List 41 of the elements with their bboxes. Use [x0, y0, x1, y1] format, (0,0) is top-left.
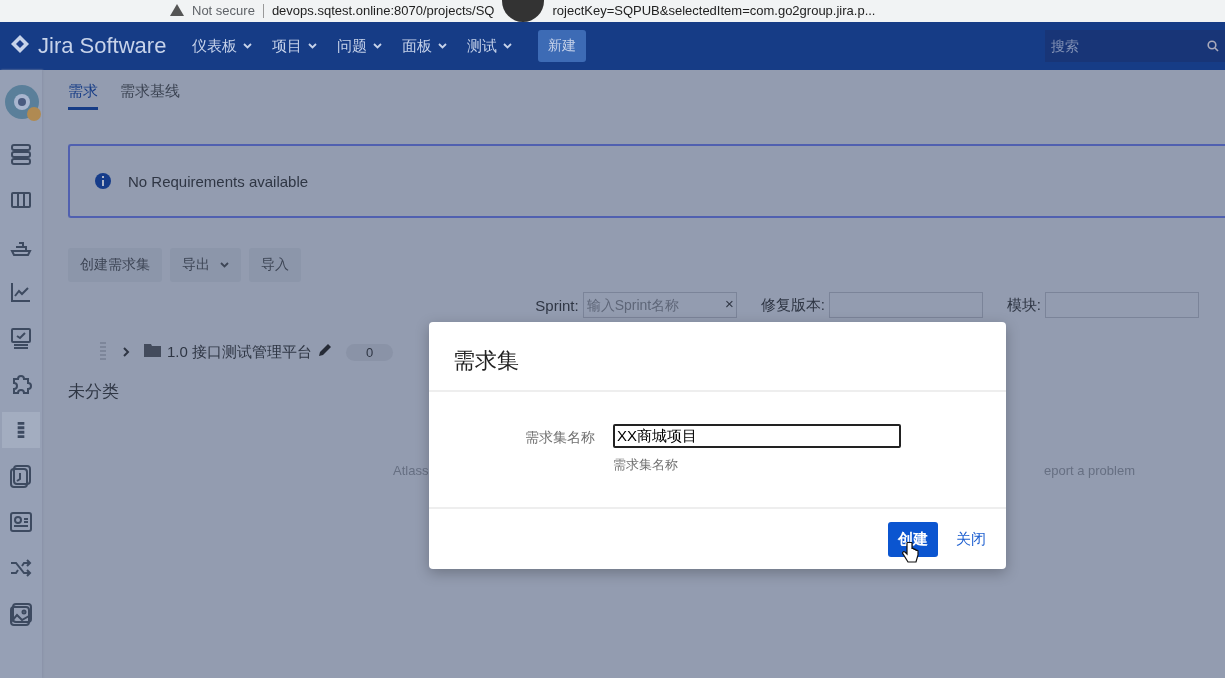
- clear-button[interactable]: ×: [724, 295, 734, 313]
- filter-field[interactable]: [1045, 292, 1199, 318]
- filter-field[interactable]: [828, 292, 983, 318]
- uncategorized-label: 未分类: [68, 381, 120, 403]
- requirement-set-name[interactable]: 1.0 接口测试管理平台: [167, 342, 313, 362]
- not-secure-label: Not secure: [192, 3, 255, 19]
- stack-icon: [9, 142, 33, 166]
- filter-label: 模块:: [1006, 295, 1041, 315]
- search-field[interactable]: 搜索: [1045, 30, 1225, 62]
- field-hint: 需求集名称: [613, 456, 679, 474]
- field-label: 需求集名称: [525, 429, 595, 447]
- nav-menu[interactable]: 项目: [264, 32, 326, 60]
- dialog-title: 需求集: [429, 322, 1006, 392]
- name-input-field[interactable]: XX商城项目: [613, 424, 901, 448]
- nav-menu[interactable]: 测试: [459, 32, 521, 60]
- filter-label: Sprint:: [535, 296, 579, 314]
- create-button[interactable]: 新建: [538, 30, 587, 62]
- toolbar-button[interactable]: 导入: [249, 248, 301, 282]
- close-link[interactable]: 关闭: [950, 528, 992, 550]
- search-icon: [1207, 40, 1219, 52]
- monitor-icon: [9, 326, 33, 350]
- filter-label: 修复版本:: [760, 295, 825, 315]
- url-text[interactable]: devops.sqtest.online:8070/projects/SQ: [271, 3, 495, 19]
- count-badge: 0: [346, 343, 394, 361]
- toolbar-button[interactable]: 创建需求集: [68, 248, 162, 282]
- info-message: No Requirements available: [128, 172, 309, 190]
- product-name[interactable]: Jira Software: [38, 33, 167, 59]
- tab[interactable]: 需求基线: [120, 80, 180, 110]
- nav-menu[interactable]: 问题: [329, 32, 391, 60]
- nav-menu[interactable]: 面板: [394, 32, 456, 60]
- toolbar-button[interactable]: 导出: [170, 248, 241, 282]
- list-icon: [16, 421, 26, 439]
- chart-icon: [9, 280, 33, 304]
- nav-menu[interactable]: 仪表板: [184, 32, 261, 60]
- tab[interactable]: 需求: [68, 80, 98, 110]
- page-icon: [9, 464, 33, 488]
- sidebar-item[interactable]: [2, 412, 40, 448]
- url-text[interactable]: rojectKey=SQPUB&selectedItem=com.go2group.jira.p...: [552, 3, 876, 19]
- image-icon: [9, 602, 33, 626]
- card-icon: [9, 510, 33, 534]
- info-icon: [94, 172, 112, 190]
